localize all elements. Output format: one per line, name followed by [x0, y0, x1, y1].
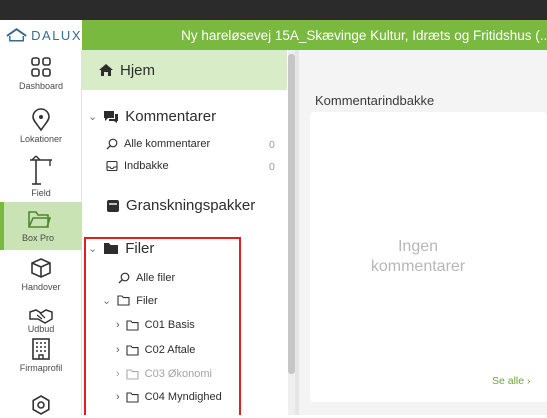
rail-item-dashboard[interactable]: Dashboard — [0, 54, 82, 91]
project-title-bar[interactable]: Ny hareløsevej 15A_Skævinge Kultur, Idræ… — [82, 20, 547, 50]
all-comments-label: Alle kommentarer — [124, 138, 211, 150]
module-rail: Dashboard Lokationer Field Box Pro Hando… — [0, 50, 82, 415]
rail-label-udbud: Udbud — [27, 324, 55, 334]
tree-item-review-packages[interactable]: Granskningspakker — [106, 197, 255, 214]
tree-item-comments[interactable]: ⌄ Kommentarer — [88, 108, 216, 125]
review-packages-label: Granskningspakker — [126, 197, 256, 214]
comments-icon — [104, 110, 119, 123]
main-content: Kommentarindbakke Ingen kommentarer Se a… — [299, 50, 547, 415]
settings-icon — [32, 395, 50, 415]
handshake-icon — [29, 309, 53, 324]
all-comments-count: 0 — [269, 139, 275, 151]
project-title: Ny hareløsevej 15A_Skævinge Kultur, Idræ… — [181, 27, 547, 43]
folder-open-icon — [28, 211, 51, 228]
empty-state-line-1: Ingen — [397, 238, 439, 255]
app-header: DALUX Ny hareløsevej 15A_Skævinge Kultur… — [0, 20, 547, 50]
inbox-count: 0 — [269, 161, 275, 173]
chevron-down-icon[interactable]: ⌄ — [88, 110, 97, 123]
rail-item-handover[interactable]: Handover — [0, 255, 82, 292]
building-icon — [32, 338, 50, 360]
tree-item-inbox[interactable]: Indbakke — [106, 160, 169, 172]
home-label: Hjem — [120, 61, 156, 79]
rail-item-box-pro[interactable]: Box Pro — [0, 202, 82, 250]
empty-state-text: Ingen kommentarer — [310, 237, 526, 277]
rail-item-firmaprofil[interactable]: Firmaprofil — [0, 336, 82, 373]
rail-label-lokationer: Lokationer — [19, 134, 63, 144]
home-icon — [99, 64, 113, 76]
rail-label-firmaprofil: Firmaprofil — [19, 363, 63, 373]
rail-label-dashboard: Dashboard — [18, 81, 64, 91]
files-section-highlight — [84, 237, 241, 415]
dalux-logo[interactable]: DALUX — [0, 20, 82, 50]
house-logo-icon — [6, 28, 27, 42]
rail-item-udbud[interactable]: Udbud — [0, 306, 82, 334]
box-icon — [31, 258, 51, 278]
see-all-link[interactable]: Se alle › — [492, 375, 531, 387]
inbox-icon — [106, 160, 118, 172]
rail-item-lokationer[interactable]: Lokationer — [0, 107, 82, 144]
rail-item-field[interactable]: Field — [0, 153, 82, 198]
search-icon — [106, 138, 118, 150]
comments-label: Kommentarer — [125, 108, 217, 125]
tree-item-all-comments[interactable]: Alle kommentarer — [106, 138, 210, 150]
inbox-panel-title: Kommentarindbakke — [315, 93, 435, 108]
location-icon — [32, 108, 50, 132]
empty-state-line-2: kommentarer — [370, 258, 466, 275]
rail-label-box-pro: Box Pro — [21, 233, 54, 243]
tree-item-home[interactable]: Hjem — [82, 50, 287, 90]
rail-item-settings[interactable] — [0, 392, 82, 418]
comments-inbox-card: Ingen kommentarer Se alle › — [310, 112, 547, 402]
tree-scrollbar-thumb[interactable] — [288, 54, 295, 374]
dashboard-icon — [31, 57, 51, 77]
package-icon — [107, 199, 119, 212]
window-top-strip — [0, 0, 547, 20]
rail-label-handover: Handover — [21, 282, 61, 292]
inbox-label: Indbakke — [124, 160, 169, 172]
tree-scrollbar[interactable] — [288, 50, 295, 415]
rail-label-field: Field — [31, 188, 51, 198]
crane-icon — [30, 155, 52, 185]
logo-text: DALUX — [31, 27, 82, 43]
